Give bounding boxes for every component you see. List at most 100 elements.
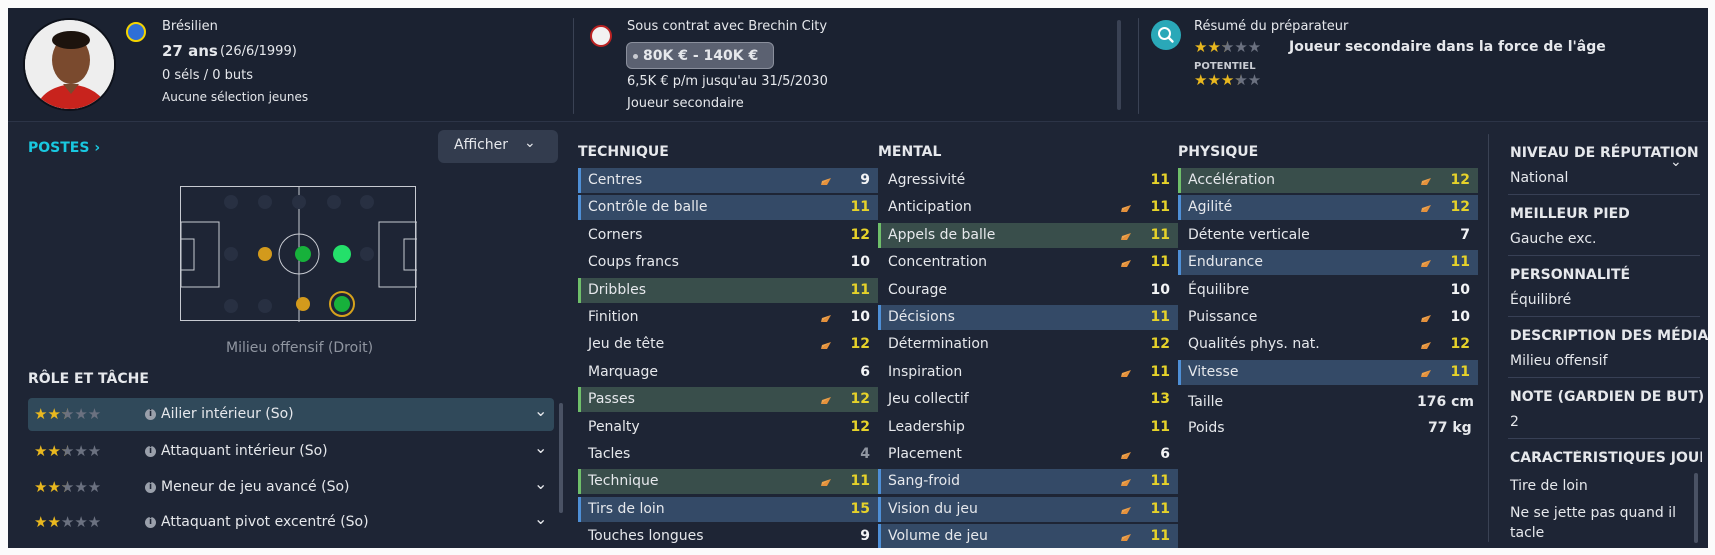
trend-arrow-icon	[820, 311, 832, 322]
attribute-value: 11	[1150, 226, 1170, 243]
attribute-row[interactable]: Jeu collectif 13	[878, 387, 1178, 412]
attribute-row[interactable]: Dribbles 11	[578, 277, 878, 303]
attribute-row[interactable]: Finition 10	[578, 305, 878, 330]
potential-stars: ★★★★★★	[1194, 71, 1262, 89]
attribute-row[interactable]: Corners 12	[578, 223, 878, 248]
attribute-value: 9	[860, 528, 870, 545]
brazil-flag-icon	[126, 22, 146, 42]
attribute-row[interactable]: Tacles 4	[578, 442, 878, 467]
attribute-row[interactable]: Appels de balle 11	[878, 222, 1178, 248]
attribute-row[interactable]: Agilité 12	[1178, 195, 1478, 221]
attribute-row[interactable]: Leadership 11	[878, 415, 1178, 440]
attribute-row[interactable]: Marquage 6	[578, 360, 878, 385]
attribute-row[interactable]: Volume de jeu 11	[878, 524, 1178, 548]
chevron-down-icon[interactable]: ⌄	[534, 438, 547, 457]
attribute-name: Anticipation	[888, 199, 972, 216]
highlight-bar	[1178, 359, 1181, 385]
role-row[interactable]: ★★★★★★ i Attaquant intérieur (So) ⌄	[28, 435, 554, 468]
attribute-row[interactable]: Puissance 10	[1178, 305, 1478, 330]
attribute-name: Jeu de tête	[588, 336, 665, 353]
highlight-bar	[578, 168, 581, 193]
attribute-row[interactable]: Tirs de loin 15	[578, 496, 878, 522]
attribute-row[interactable]: Endurance 11	[1178, 250, 1478, 276]
attribute-name: Courage	[888, 281, 948, 298]
positions-link[interactable]: POSTES ›	[28, 140, 100, 156]
roles-scrollbar[interactable]	[559, 403, 563, 513]
attribute-value: 12	[850, 418, 870, 435]
attribute-name: Finition	[588, 309, 639, 325]
scout-title: Résumé du préparateur	[1194, 19, 1349, 34]
header-scrollbar[interactable]	[1117, 20, 1121, 110]
trait-item: tacle	[1510, 525, 1545, 541]
attribute-row[interactable]: Décisions 11	[878, 305, 1178, 330]
attribute-value: 9	[860, 172, 870, 188]
chevron-down-icon[interactable]: ⌄	[1670, 154, 1682, 170]
highlight-bar	[1178, 250, 1181, 276]
attribute-value: 10	[1450, 309, 1470, 325]
attribute-row[interactable]: Concentration 11	[878, 250, 1178, 275]
info-icon[interactable]: i	[145, 517, 156, 528]
highlight-bar	[878, 469, 881, 495]
attribute-name: Inspiration	[888, 363, 963, 380]
attribute-row[interactable]: Vision du jeu 11	[878, 496, 1178, 522]
contract-role: Joueur secondaire	[627, 96, 744, 111]
info-icon[interactable]: i	[145, 446, 156, 457]
chevron-down-icon[interactable]: ⌄	[534, 401, 547, 420]
trend-arrow-icon	[1420, 256, 1432, 268]
attribute-value: 11	[1150, 199, 1170, 216]
attribute-value: 11	[1450, 363, 1470, 380]
physical-title: PHYSIQUE	[1178, 144, 1259, 160]
scout-search-button[interactable]	[1151, 20, 1181, 50]
mental-title: MENTAL	[878, 144, 942, 160]
attribute-row[interactable]: Placement 6	[878, 442, 1178, 467]
role-row[interactable]: ★★★★★★ i Meneur de jeu avancé (So) ⌄	[28, 471, 554, 504]
attribute-row[interactable]: Équilibre 10	[1178, 278, 1478, 303]
trend-arrow-icon	[1120, 256, 1132, 268]
show-dropdown-button[interactable]: Afficher ⌄	[438, 130, 558, 163]
contract-wage: 6,5K € p/m jusqu'au 31/5/2030	[627, 74, 828, 89]
chevron-down-icon[interactable]: ⌄	[534, 509, 547, 528]
chevron-down-icon: ⌄	[524, 135, 536, 151]
role-row[interactable]: ★★★★★ i Attaquant pivot excentré (So) ⌄	[28, 506, 554, 539]
attribute-row[interactable]: Touches longues 9	[578, 524, 878, 548]
highlight-bar	[878, 305, 881, 330]
divider	[1508, 377, 1700, 378]
highlight-bar	[1178, 195, 1181, 221]
attribute-row[interactable]: Accélération 12	[1178, 168, 1478, 193]
attribute-name: Vision du jeu	[888, 500, 978, 517]
attribute-row[interactable]: Courage 10	[878, 278, 1178, 303]
attribute-name: Équilibre	[1188, 281, 1250, 298]
chevron-down-icon[interactable]: ⌄	[534, 474, 547, 493]
attribute-row[interactable]: Anticipation 11	[878, 195, 1178, 220]
attribute-value: 12	[1450, 172, 1470, 188]
traits-scrollbar[interactable]	[1694, 473, 1698, 543]
attribute-value: 11	[1150, 172, 1170, 188]
attribute-row[interactable]: Agressivité 11	[878, 168, 1178, 193]
info-icon[interactable]: i	[145, 409, 156, 420]
attribute-row[interactable]: Inspiration 11	[878, 360, 1178, 385]
trend-arrow-icon	[1420, 366, 1432, 377]
attribute-row[interactable]: Détermination 12	[878, 332, 1178, 357]
attribute-row[interactable]: Contrôle de balle 11	[578, 195, 878, 221]
attribute-value: 11	[850, 281, 870, 298]
attribute-name: Coups francs	[588, 254, 679, 271]
attribute-row[interactable]: Détente verticale 7	[1178, 223, 1478, 248]
attribute-row[interactable]: Centres 9	[578, 168, 878, 193]
attribute-row[interactable]: Passes 12	[578, 387, 878, 413]
role-row[interactable]: ★★★★★★ i Ailier intérieur (So) ⌄	[28, 398, 554, 431]
player-youth-caps: Aucune sélection jeunes	[162, 90, 309, 104]
attribute-row[interactable]: Vitesse 11	[1178, 359, 1478, 385]
trend-arrow-icon	[1120, 475, 1132, 487]
attribute-row[interactable]: Coups francs 10	[578, 250, 878, 275]
attribute-row[interactable]: Jeu de tête 12	[578, 332, 878, 357]
attribute-row[interactable]: Sang-froid 11	[878, 469, 1178, 495]
highlight-bar	[578, 496, 581, 522]
attribute-row[interactable]: Qualités phys. nat. 12	[1178, 332, 1478, 357]
weight-value: 77 kg	[1428, 420, 1472, 436]
info-icon[interactable]: i	[145, 482, 156, 493]
attribute-row[interactable]: Penalty 12	[578, 415, 878, 440]
attribute-name: Marquage	[588, 363, 659, 380]
player-profile-panel: Brésilien 27 ans (26/6/1999) 0 séls / 0 …	[8, 8, 1708, 548]
attribute-value: 12	[1450, 336, 1470, 353]
attribute-row[interactable]: Technique 11	[578, 469, 878, 495]
